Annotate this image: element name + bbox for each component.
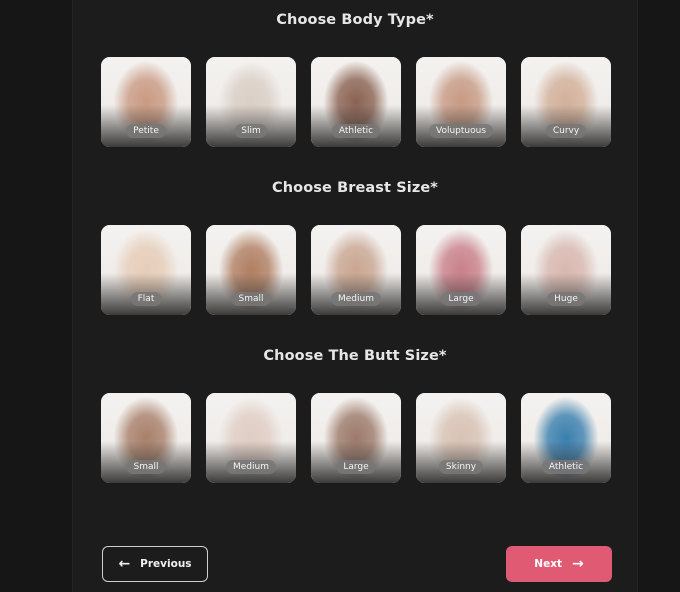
option-label: Medium — [331, 292, 381, 306]
butt-size-option-small[interactable]: Small — [101, 393, 191, 483]
right-backdrop — [638, 0, 680, 592]
option-label: Slim — [234, 124, 268, 138]
breast-size-options: Flat Small Medium Large Huge — [101, 225, 611, 315]
previous-button-label: Previous — [140, 558, 192, 570]
butt-size-title: Choose The Butt Size* — [263, 348, 447, 364]
option-label: Large — [441, 292, 481, 306]
option-label: Large — [336, 460, 376, 474]
previous-button[interactable]: ← Previous — [102, 546, 208, 582]
breast-size-option-flat[interactable]: Flat — [101, 225, 191, 315]
option-label: Petite — [126, 124, 166, 138]
body-type-title: Choose Body Type* — [276, 12, 434, 28]
next-button[interactable]: Next → — [506, 546, 612, 582]
butt-size-option-skinny[interactable]: Skinny — [416, 393, 506, 483]
body-type-option-voluptuous[interactable]: Voluptuous — [416, 57, 506, 147]
breast-size-option-large[interactable]: Large — [416, 225, 506, 315]
option-label: Curvy — [545, 124, 587, 138]
option-label: Athletic — [331, 124, 381, 138]
option-label: Medium — [226, 460, 276, 474]
body-type-options: Petite Slim Athletic Voluptuous Curvy — [101, 57, 611, 147]
breast-size-title: Choose Breast Size* — [271, 180, 438, 196]
option-label: Voluptuous — [428, 124, 494, 138]
option-label: Small — [126, 460, 166, 474]
body-type-option-athletic[interactable]: Athletic — [311, 57, 401, 147]
butt-size-option-medium[interactable]: Medium — [206, 393, 296, 483]
left-backdrop — [0, 0, 72, 592]
next-button-label: Next — [534, 558, 562, 570]
breast-size-option-medium[interactable]: Medium — [311, 225, 401, 315]
wizard-panel: Choose Body Type* Petite Slim Athletic V… — [72, 0, 638, 592]
butt-size-options: Small Medium Large Skinny Athletic — [101, 393, 611, 483]
option-label: Flat — [130, 292, 162, 306]
arrow-right-icon: → — [571, 556, 584, 572]
option-label: Small — [231, 292, 271, 306]
option-label: Huge — [547, 292, 585, 306]
arrow-left-icon: ← — [118, 556, 131, 572]
breast-size-option-huge[interactable]: Huge — [521, 225, 611, 315]
butt-size-option-large[interactable]: Large — [311, 393, 401, 483]
butt-size-option-athletic[interactable]: Athletic — [521, 393, 611, 483]
breast-size-option-small[interactable]: Small — [206, 225, 296, 315]
option-label: Skinny — [438, 460, 484, 474]
body-type-option-slim[interactable]: Slim — [206, 57, 296, 147]
body-type-option-curvy[interactable]: Curvy — [521, 57, 611, 147]
option-label: Athletic — [541, 460, 591, 474]
body-type-option-petite[interactable]: Petite — [101, 57, 191, 147]
